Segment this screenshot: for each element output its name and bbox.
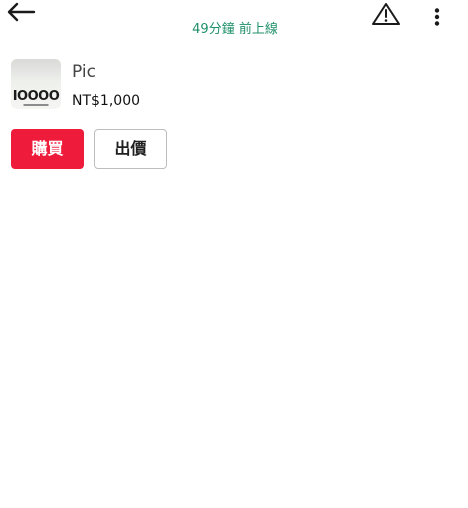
warning-triangle-icon <box>372 3 400 25</box>
more-vertical-icon <box>434 8 440 26</box>
thumbnail-logo-text: IOOOO <box>12 89 60 104</box>
listing-name: Pic <box>72 62 96 82</box>
report-button[interactable] <box>371 2 401 26</box>
listing-summary[interactable]: IOOOO Pic NT$1,000 <box>11 59 451 111</box>
more-options-button[interactable] <box>430 8 444 26</box>
listing-price: NT$1,000 <box>72 93 141 109</box>
buy-button[interactable]: 購買 <box>11 129 84 169</box>
chat-header: 49分鐘 前上線 <box>0 0 468 44</box>
chat-title <box>182 0 286 3</box>
thumbnail-caption-line <box>23 104 49 106</box>
make-offer-button[interactable]: 出價 <box>94 129 167 169</box>
listing-thumbnail[interactable]: IOOOO <box>11 59 61 109</box>
